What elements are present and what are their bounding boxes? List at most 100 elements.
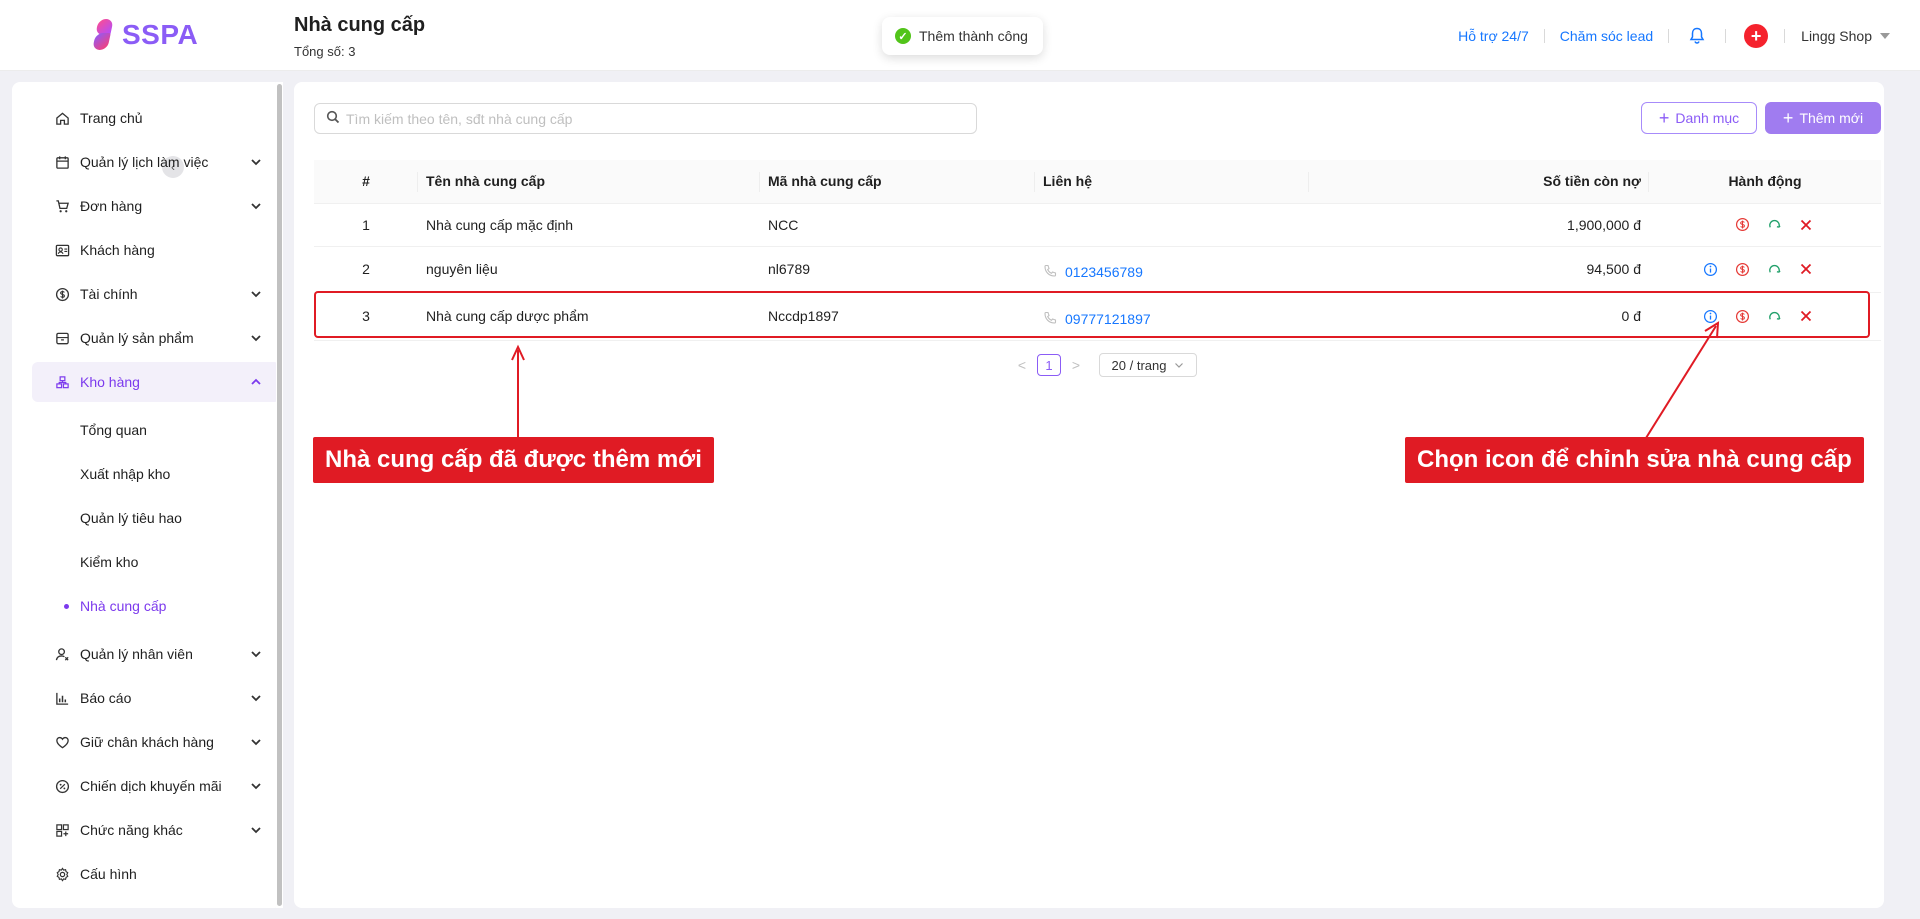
search-box[interactable] bbox=[314, 103, 977, 134]
payment-icon[interactable] bbox=[1733, 216, 1751, 234]
prev-page-button[interactable]: < bbox=[1015, 357, 1029, 373]
logo-mark-icon bbox=[92, 19, 114, 51]
refresh-icon[interactable] bbox=[1765, 216, 1783, 234]
contacts-icon bbox=[54, 242, 70, 258]
column-header-debt: Số tiền còn nợ bbox=[1309, 160, 1649, 204]
caret-down-icon bbox=[1880, 32, 1890, 39]
sidebar-subitem-overview[interactable]: Tổng quan bbox=[32, 410, 280, 450]
total-count: Tổng số: 3 bbox=[294, 44, 356, 59]
info-icon[interactable] bbox=[1701, 307, 1719, 325]
sidebar-item-label: Khách hàng bbox=[80, 242, 155, 258]
toast-message: Thêm thành công bbox=[919, 28, 1028, 44]
sidebar-item-label: Cấu hình bbox=[80, 866, 137, 882]
column-header-contact: Liên hệ bbox=[1035, 160, 1309, 204]
heart-icon bbox=[54, 734, 70, 750]
pagination: < 1 > 20 / trang bbox=[1015, 353, 1197, 377]
cell-actions bbox=[1649, 203, 1881, 247]
page-size-value: 20 / trang bbox=[1111, 357, 1167, 373]
logo-text: SSPA bbox=[122, 19, 199, 50]
refresh-icon[interactable] bbox=[1765, 260, 1783, 278]
column-header-code: Mã nhà cung cấp bbox=[760, 160, 1035, 204]
cell-contact: 09777121897 bbox=[1035, 292, 1309, 341]
table-row: 2 nguyên liệu nl6789 0123456789 94,500 đ bbox=[314, 246, 1881, 293]
table-row: 1 Nhà cung cấp mặc định NCC 1,900,000 đ bbox=[314, 203, 1881, 247]
sidebar-item-label: Đơn hàng bbox=[80, 198, 143, 214]
sidebar-item-home[interactable]: Trang chủ bbox=[32, 98, 280, 138]
phone-icon bbox=[1043, 311, 1057, 328]
category-button[interactable]: + Danh mục bbox=[1641, 102, 1757, 134]
sidebar-item-label: Chiến dịch khuyến mãi bbox=[80, 778, 222, 794]
cell-contact bbox=[1035, 203, 1309, 247]
chevron-down-icon bbox=[250, 199, 262, 215]
sidebar-subitem-stock-io[interactable]: Xuất nhập kho bbox=[32, 454, 280, 494]
phone-number: 09777121897 bbox=[1065, 311, 1151, 327]
sidebar-item-label: Quản lý sản phẩm bbox=[80, 330, 194, 346]
delete-icon[interactable] bbox=[1797, 307, 1815, 325]
chevron-down-icon bbox=[250, 647, 262, 663]
cell-code: Nccdp1897 bbox=[760, 292, 1035, 341]
add-supplier-button[interactable]: + Thêm mới bbox=[1765, 102, 1881, 134]
chevron-down-icon bbox=[250, 779, 262, 795]
sidebar-item-label: Chức năng khác bbox=[80, 822, 183, 838]
sidebar-item-staff[interactable]: Quản lý nhân viên bbox=[32, 634, 280, 674]
shop-switcher[interactable]: Lingg Shop bbox=[1785, 28, 1890, 44]
lead-care-link[interactable]: Chăm sóc lead bbox=[1545, 28, 1668, 44]
sidebar-item-label: Tài chính bbox=[80, 286, 138, 302]
quick-add-button[interactable]: + bbox=[1744, 23, 1769, 48]
phone-link[interactable]: 09777121897 bbox=[1043, 305, 1151, 328]
sidebar-item-customers[interactable]: Khách hàng bbox=[32, 230, 280, 270]
sidebar-item-promotions[interactable]: Chiến dịch khuyến mãi bbox=[32, 766, 280, 806]
sidebar-item-label: Quản lý lịch làm việc bbox=[80, 154, 209, 170]
page-size-select[interactable]: 20 / trang bbox=[1099, 353, 1197, 377]
percent-icon bbox=[54, 778, 70, 794]
sidebar-subitem-suppliers[interactable]: Nhà cung cấp bbox=[32, 586, 280, 626]
sidebar-subitem-stocktake[interactable]: Kiểm kho bbox=[32, 542, 280, 582]
cell-code: NCC bbox=[760, 203, 1035, 247]
delete-icon[interactable] bbox=[1797, 216, 1815, 234]
sidebar-scrollbar[interactable] bbox=[277, 84, 282, 906]
delete-icon[interactable] bbox=[1797, 260, 1815, 278]
sidebar-subitem-consumption[interactable]: Quản lý tiêu hao bbox=[32, 498, 280, 538]
cell-index: 2 bbox=[314, 246, 418, 293]
payment-icon[interactable] bbox=[1733, 307, 1751, 325]
cell-index: 3 bbox=[314, 292, 418, 341]
new-supplier-callout: Nhà cung cấp đã được thêm mới bbox=[313, 437, 714, 483]
info-icon[interactable] bbox=[1701, 260, 1719, 278]
page-number-button[interactable]: 1 bbox=[1037, 354, 1061, 376]
cell-name: Nhà cung cấp dược phẩm bbox=[418, 292, 760, 341]
sidebar-item-other[interactable]: Chức năng khác bbox=[32, 810, 280, 850]
sidebar-item-warehouse[interactable]: Kho hàng bbox=[32, 362, 280, 402]
chevron-up-icon bbox=[250, 375, 262, 391]
column-header-actions: Hành động bbox=[1649, 160, 1881, 204]
support-link[interactable]: Hỗ trợ 24/7 bbox=[1443, 28, 1544, 44]
warehouse-icon bbox=[54, 374, 70, 390]
cell-name: nguyên liệu bbox=[418, 246, 760, 293]
sidebar-item-retention[interactable]: Giữ chân khách hàng bbox=[32, 722, 280, 762]
refresh-icon[interactable] bbox=[1765, 307, 1783, 325]
chevron-down-icon bbox=[250, 287, 262, 303]
calendar-icon bbox=[54, 154, 70, 170]
chevron-down-icon bbox=[1174, 358, 1184, 373]
sidebar-item-schedule[interactable]: Quản lý lịch làm việc bbox=[32, 142, 280, 182]
sidebar-item-finance[interactable]: Tài chính bbox=[32, 274, 280, 314]
box-icon bbox=[54, 330, 70, 346]
bell-icon[interactable] bbox=[1669, 27, 1725, 45]
payment-icon[interactable] bbox=[1733, 260, 1751, 278]
check-circle-icon: ✓ bbox=[895, 28, 911, 44]
plus-icon: + bbox=[1658, 108, 1670, 128]
sidebar-item-products[interactable]: Quản lý sản phẩm bbox=[32, 318, 280, 358]
table-row: 3 Nhà cung cấp dược phẩm Nccdp1897 09777… bbox=[314, 292, 1881, 341]
search-input[interactable] bbox=[346, 110, 966, 127]
sidebar-item-settings[interactable]: Cấu hình bbox=[32, 854, 280, 894]
logo[interactable]: SSPA bbox=[92, 19, 199, 51]
apps-icon bbox=[54, 822, 70, 838]
phone-link[interactable]: 0123456789 bbox=[1043, 258, 1143, 281]
home-icon bbox=[54, 110, 70, 126]
cell-index: 1 bbox=[314, 203, 418, 247]
sidebar-item-reports[interactable]: Báo cáo bbox=[32, 678, 280, 718]
add-button-label: Thêm mới bbox=[1799, 110, 1864, 126]
sidebar-item-orders[interactable]: Đơn hàng bbox=[32, 186, 280, 226]
next-page-button[interactable]: > bbox=[1069, 357, 1083, 373]
cell-code: nl6789 bbox=[760, 246, 1035, 293]
edit-supplier-callout: Chọn icon để chỉnh sửa nhà cung cấp bbox=[1405, 437, 1864, 483]
